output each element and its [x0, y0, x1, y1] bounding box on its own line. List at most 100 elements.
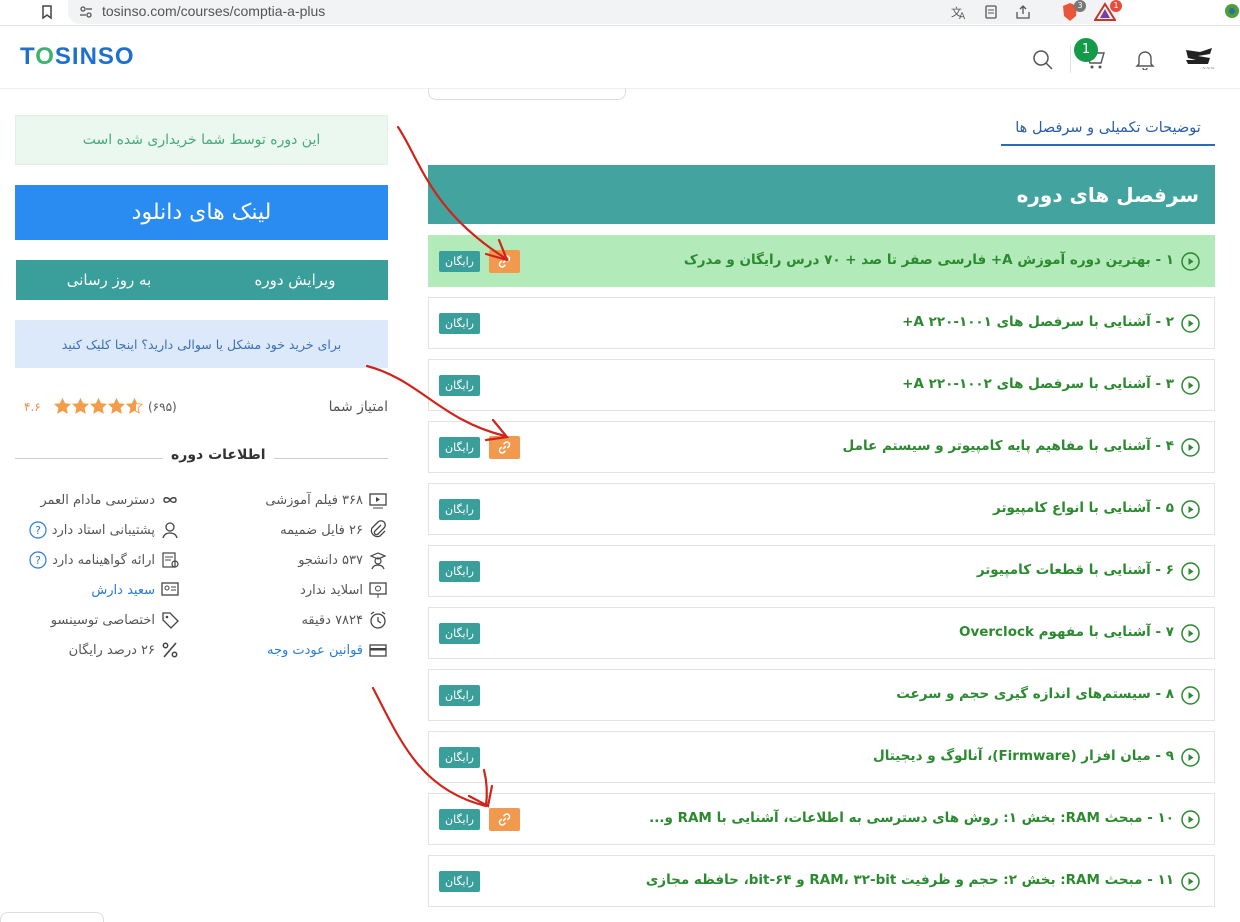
- course-info-text[interactable]: سعید دارش: [91, 583, 155, 598]
- play-circle-icon[interactable]: [1181, 500, 1200, 519]
- update-button[interactable]: به روز رسانی: [16, 260, 202, 300]
- attachment-link-button[interactable]: [489, 250, 520, 273]
- site-info-icon[interactable]: [78, 4, 94, 20]
- free-badge: رایگان: [439, 437, 480, 458]
- bell-icon[interactable]: [1134, 48, 1156, 71]
- free-badge: رایگان: [439, 561, 480, 582]
- play-circle-icon[interactable]: [1181, 872, 1200, 891]
- play-circle-icon[interactable]: [1181, 376, 1200, 395]
- free-badge: رایگان: [439, 313, 480, 334]
- rating-stars[interactable]: [54, 398, 143, 415]
- rating-row: امتیاز شما ۴.۶ (۶۹۵): [20, 396, 388, 420]
- star-icon[interactable]: [90, 398, 107, 415]
- star-icon[interactable]: [72, 398, 89, 415]
- lesson-row[interactable]: ۷ - آشنایی با مفهوم Overclock رایگان: [428, 607, 1215, 659]
- syllabus-section-title: سرفصل های دوره: [1016, 182, 1199, 207]
- attachment-link-button[interactable]: [489, 808, 520, 831]
- user-avatar[interactable]: ~~~: [1182, 44, 1216, 72]
- course-info-item: پشتیبانی استاد دارد?: [29, 520, 180, 540]
- video-icon: [369, 493, 387, 509]
- play-circle-icon[interactable]: [1181, 686, 1200, 705]
- attachment-link-button[interactable]: [489, 436, 520, 459]
- alert-extension-icon[interactable]: 1: [1093, 0, 1122, 22]
- course-info-text: ۳۶۸ فیلم آموزشی: [265, 492, 363, 508]
- download-links-button[interactable]: لینک های دانلود: [15, 185, 388, 240]
- course-info-text: اختصاصی توسینسو: [50, 612, 155, 628]
- bookmark-icon[interactable]: [38, 3, 56, 21]
- lesson-row[interactable]: ۱ - بهترین دوره آموزش A+ فارسی صفر تا صد…: [428, 235, 1215, 287]
- site-header: TOSINSO 1 ~~~: [0, 27, 1240, 89]
- star-icon[interactable]: [54, 398, 71, 415]
- rating-count: (۶۹۵): [148, 400, 177, 414]
- svg-text:~~~: ~~~: [1202, 66, 1215, 72]
- course-info-item[interactable]: سعید دارش: [91, 580, 180, 600]
- lesson-title[interactable]: ۷ - آشنایی با مفهوم Overclock: [959, 624, 1174, 640]
- purchased-notice: این دوره توسط شما خریداری شده است: [15, 115, 388, 165]
- free-badge: رایگان: [439, 685, 480, 706]
- brave-shield-badge: 3: [1074, 0, 1086, 12]
- reader-mode-icon[interactable]: [982, 3, 1000, 21]
- play-circle-icon[interactable]: [1181, 252, 1200, 271]
- lesson-row[interactable]: ۱۱ - مبحث RAM: بخش ۲: حجم و ظرفیت RAM، ۳…: [428, 855, 1215, 907]
- help-question-icon[interactable]: ?: [29, 521, 47, 539]
- play-circle-icon[interactable]: [1181, 748, 1200, 767]
- link-icon: [498, 813, 511, 826]
- brave-shield-icon[interactable]: 3: [1060, 0, 1086, 22]
- play-circle-icon[interactable]: [1181, 624, 1200, 643]
- link-icon: [498, 441, 511, 454]
- lesson-title[interactable]: ۱ - بهترین دوره آموزش A+ فارسی صفر تا صد…: [684, 252, 1174, 268]
- course-info-text: ۵۳۷ دانشجو: [298, 552, 363, 568]
- lesson-title[interactable]: ۵ - آشنایی با انواع کامپیوتر: [993, 500, 1174, 516]
- search-icon[interactable]: [1032, 49, 1054, 71]
- profile-avatar-icon[interactable]: [1224, 3, 1240, 19]
- address-bar[interactable]: tosinso.com/courses/comptia-a-plus 文A: [68, 0, 1120, 24]
- free-badge: رایگان: [439, 871, 480, 892]
- lesson-title[interactable]: ۶ - آشنایی با قطعات کامپیوتر: [977, 562, 1174, 578]
- course-info-grid: ۳۶۸ فیلم آموزشی دسترسی مادام العمر ۲۶ فایل…: [15, 486, 388, 666]
- purchase-help-link[interactable]: برای خرید خود مشکل یا سوالی دارید؟ اینجا…: [15, 320, 388, 368]
- lesson-row[interactable]: ۹ - میان افزار (Firmware)، آنالوگ و دیجی…: [428, 731, 1215, 783]
- lesson-row[interactable]: ۸ - سیستم‌های اندازه گیری حجم و سرعت رایگ…: [428, 669, 1215, 721]
- course-info-row: ۲۶ فایل ضمیمه پشتیبانی استاد دارد?: [15, 516, 388, 546]
- edit-course-button[interactable]: ویرایش دوره: [202, 260, 388, 300]
- card-edge: [428, 88, 626, 100]
- lesson-row[interactable]: ۲ - آشنایی با سرفصل های ۱۰۰۱-۲۲۰ A+ رایگا…: [428, 297, 1215, 349]
- lesson-row[interactable]: ۴ - آشنایی با مفاهیم پایه کامپیوتر و سیس…: [428, 421, 1215, 473]
- lesson-title[interactable]: ۱۱ - مبحث RAM: بخش ۲: حجم و ظرفیت RAM، ۳…: [646, 872, 1174, 888]
- help-question-icon[interactable]: ?: [29, 551, 47, 569]
- lesson-title[interactable]: ۹ - میان افزار (Firmware)، آنالوگ و دیجی…: [873, 748, 1174, 764]
- course-info-item[interactable]: قوانین عودت وجه: [267, 640, 388, 660]
- course-info-item: ارائه گواهینامه دارد?: [29, 550, 180, 570]
- lesson-title[interactable]: ۳ - آشنایی با سرفصل های ۱۰۰۲-۲۲۰ A+: [902, 376, 1174, 392]
- lesson-title[interactable]: ۱۰ - مبحث RAM: بخش ۱: روش های دسترسی به …: [649, 810, 1174, 826]
- course-info-row: قوانین عودت وجه ۲۶ درصد رایگان: [15, 636, 388, 666]
- play-circle-icon[interactable]: [1181, 314, 1200, 333]
- course-info-text: ارائه گواهینامه دارد: [52, 552, 155, 568]
- tab-details-and-syllabus[interactable]: توضیحات تکمیلی و سرفصل ها: [1001, 112, 1215, 146]
- star-icon[interactable]: [108, 398, 125, 415]
- lesson-title[interactable]: ۲ - آشنایی با سرفصل های ۱۰۰۱-۲۲۰ A+: [902, 314, 1174, 330]
- play-circle-icon[interactable]: [1181, 562, 1200, 581]
- lesson-row[interactable]: ۶ - آشنایی با قطعات کامپیوتر رایگان: [428, 545, 1215, 597]
- lesson-row[interactable]: ۳ - آشنایی با سرفصل های ۱۰۰۲-۲۲۰ A+ رایگا…: [428, 359, 1215, 411]
- lesson-title[interactable]: ۴ - آشنایی با مفاهیم پایه کامپیوتر و سیس…: [843, 438, 1174, 454]
- star-icon[interactable]: [126, 398, 143, 415]
- lesson-row[interactable]: ۵ - آشنایی با انواع کامپیوتر رایگان: [428, 483, 1215, 535]
- lesson-title[interactable]: ۸ - سیستم‌های اندازه گیری حجم و سرعت: [896, 686, 1174, 702]
- svg-text:?: ?: [35, 554, 41, 567]
- share-icon[interactable]: [1014, 3, 1032, 21]
- play-circle-icon[interactable]: [1181, 438, 1200, 457]
- tosinso-logo[interactable]: TOSINSO: [20, 43, 135, 71]
- course-info-item: ۲۶ درصد رایگان: [69, 640, 180, 660]
- rating-value: ۴.۶: [24, 400, 41, 414]
- rating-label: امتیاز شما: [328, 399, 388, 415]
- free-badge: رایگان: [439, 499, 480, 520]
- translate-icon[interactable]: 文A: [950, 3, 968, 22]
- course-info-item: دسترسی مادام العمر: [40, 490, 180, 510]
- course-info-text: ۲۶ درصد رایگان: [68, 642, 155, 658]
- course-info-text[interactable]: قوانین عودت وجه: [267, 643, 363, 658]
- play-circle-icon[interactable]: [1181, 810, 1200, 829]
- course-info-item: اختصاصی توسینسو: [51, 610, 180, 630]
- url-text: tosinso.com/courses/comptia-a-plus: [102, 3, 326, 19]
- lesson-row[interactable]: ۱۰ - مبحث RAM: بخش ۱: روش های دسترسی به …: [428, 793, 1215, 845]
